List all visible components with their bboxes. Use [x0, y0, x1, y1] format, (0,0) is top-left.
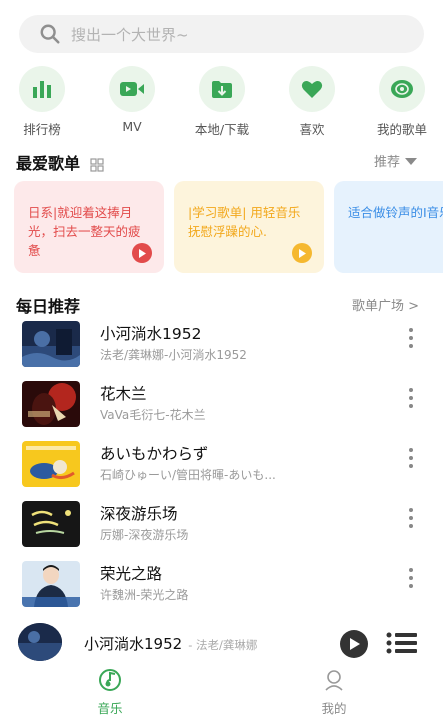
user-icon [325, 670, 343, 691]
quick-entry-row: 排行榜 MV 本地/下载 喜欢 我的歌单 [0, 66, 443, 138]
tab-label: 音乐 [97, 701, 123, 716]
more-options-icon[interactable] [408, 508, 414, 528]
play-button[interactable] [340, 630, 368, 658]
quick-entry-my-playlist[interactable]: 我的歌单 [362, 66, 442, 138]
download-folder-icon [199, 66, 245, 112]
more-options-icon[interactable] [408, 568, 414, 588]
quick-entry-label: 喜欢 [299, 122, 325, 137]
song-row[interactable]: あいもかわらず 石崎ひゅーい/管田将暉-あいも... [0, 436, 443, 496]
more-options-icon[interactable] [408, 388, 414, 408]
playlist-card-text: 适合做铃声的Ⅰ音乐 [348, 205, 443, 220]
album-cover [22, 321, 80, 367]
sort-label: 推荐 [374, 155, 401, 170]
heart-icon [289, 66, 335, 112]
music-icon [99, 669, 121, 691]
song-row[interactable]: 荣光之路 许魏洲-荣光之路 [0, 556, 443, 616]
now-playing-title: 小河淌水1952 [84, 635, 183, 653]
album-cover [22, 501, 80, 547]
playlist-card[interactable]: |学习歌单| 用轻音乐抚慰浮躁的心. [174, 181, 324, 273]
now-playing-info: 小河淌水1952 - 法老/龚琳娜 [84, 633, 257, 654]
play-icon[interactable] [292, 243, 312, 263]
quick-entry-label: 排行榜 [23, 122, 61, 137]
song-artist: 石崎ひゅーい/管田将暉-あいも... [100, 468, 276, 482]
sort-dropdown[interactable]: 推荐 [374, 151, 418, 170]
quick-entry-label: 我的歌单 [376, 122, 427, 137]
quick-entry-favorites[interactable]: 喜欢 [272, 66, 352, 138]
song-artist: 许魏洲-荣光之路 [100, 588, 189, 602]
grid-icon[interactable] [89, 157, 104, 172]
search-bar[interactable]: 搜出一个大世界~ [19, 15, 424, 53]
search-icon [40, 24, 60, 44]
playlist-plaza-link[interactable]: 歌单广场 > [352, 295, 419, 314]
song-row[interactable]: 小河淌水1952 法老/龚琳娜-小河淌水1952 [0, 316, 443, 376]
quick-entry-label: 本地/下载 [194, 122, 250, 137]
song-title: 小河淌水1952 [100, 325, 202, 343]
playlist-card[interactable]: 日系|就迎着这捧月光，扫去一整天的疲惫 [14, 181, 164, 273]
quick-entry-ranking[interactable]: 排行榜 [2, 66, 82, 138]
quick-entry-mv[interactable]: MV [92, 66, 172, 134]
tab-label: 我的 [321, 701, 347, 716]
favorite-playlists: 日系|就迎着这捧月光，扫去一整天的疲惫 |学习歌单| 用轻音乐抚慰浮躁的心. 适… [0, 181, 443, 275]
daily-title: 每日推荐 [16, 297, 81, 316]
album-cover [22, 441, 80, 487]
now-playing-cover [18, 623, 62, 661]
disc-icon [379, 66, 425, 112]
song-row[interactable]: 深夜游乐场 厉娜-深夜游乐场 [0, 496, 443, 556]
video-icon [109, 66, 155, 112]
caret-down-icon [405, 157, 418, 165]
song-title: 深夜游乐场 [100, 505, 178, 523]
now-playing-artist: - 法老/龚琳娜 [188, 638, 258, 652]
song-artist: 厉娜-深夜游乐场 [100, 528, 189, 542]
song-artist: VaVa毛衍七-花木兰 [100, 408, 206, 422]
song-title: あいもかわらず [100, 445, 209, 463]
playlist-card[interactable]: 适合做铃声的Ⅰ音乐 [334, 181, 443, 273]
search-placeholder: 搜出一个大世界~ [71, 25, 189, 44]
song-title: 花木兰 [100, 385, 147, 403]
song-title: 荣光之路 [100, 565, 163, 583]
more-options-icon[interactable] [408, 328, 414, 348]
bar-chart-icon [19, 66, 65, 112]
quick-entry-local[interactable]: 本地/下载 [182, 66, 262, 138]
album-cover [22, 561, 80, 607]
favorites-title: 最爱歌单 [16, 150, 104, 174]
quick-entry-label: MV [122, 119, 142, 134]
song-row[interactable]: 花木兰 VaVa毛衍七-花木兰 [0, 376, 443, 436]
play-icon[interactable] [132, 243, 152, 263]
mini-player[interactable]: 小河淌水1952 - 法老/龚琳娜 [0, 620, 443, 664]
playlist-card-text: |学习歌单| 用轻音乐抚慰浮躁的心. [188, 205, 301, 239]
album-cover [22, 381, 80, 427]
playlist-icon[interactable] [386, 631, 418, 655]
favorites-title-text: 最爱歌单 [16, 154, 81, 173]
more-options-icon[interactable] [408, 448, 414, 468]
song-artist: 法老/龚琳娜-小河淌水1952 [100, 348, 247, 362]
